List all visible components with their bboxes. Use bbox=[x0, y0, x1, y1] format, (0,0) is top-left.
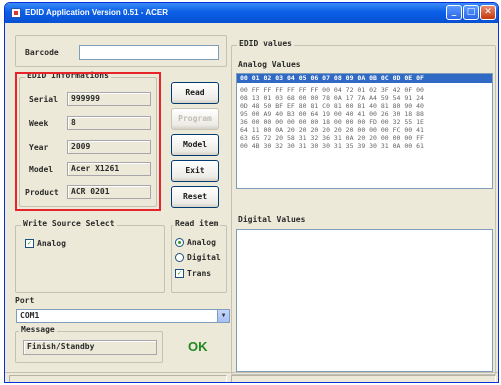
port-label: Port bbox=[15, 296, 35, 305]
write-source-title: Write Source Select bbox=[21, 219, 117, 228]
digital-radio-label: Digital bbox=[187, 253, 221, 262]
trans-checkbox[interactable]: ✓ bbox=[175, 269, 184, 278]
hex-header-row[interactable]: 00 01 02 03 04 05 06 07 08 09 0A 0B 0C 0… bbox=[237, 74, 492, 83]
hex-row[interactable]: 36 00 00 00 00 00 00 18 00 00 00 FD 00 3… bbox=[237, 118, 492, 126]
hex-row[interactable]: 00 4B 30 32 30 31 30 30 31 35 39 30 31 0… bbox=[237, 142, 492, 150]
digital-radio[interactable] bbox=[175, 253, 184, 262]
barcode-label: Barcode bbox=[25, 48, 59, 57]
edid-values-title: EDID values bbox=[237, 39, 294, 48]
digital-values-list[interactable] bbox=[236, 229, 493, 372]
window-title: EDID Application Version 0.51 - ACER bbox=[25, 8, 168, 17]
app-icon bbox=[11, 8, 21, 18]
hex-row[interactable]: 63 65 72 20 58 31 32 36 31 0A 20 20 00 0… bbox=[237, 134, 492, 142]
read-item-title: Read item bbox=[173, 219, 221, 228]
status-bar-panel bbox=[9, 375, 227, 382]
barcode-input[interactable] bbox=[79, 45, 219, 60]
hex-row[interactable]: 0D 48 50 BF EF 80 81 C0 81 00 81 40 81 8… bbox=[237, 102, 492, 110]
title-bar[interactable]: EDID Application Version 0.51 - ACER _ □… bbox=[5, 3, 498, 23]
message-label: Message bbox=[19, 325, 57, 334]
close-button[interactable]: ✕ bbox=[480, 5, 496, 20]
message-field: Finish/Standby bbox=[23, 340, 157, 355]
analog-radio[interactable] bbox=[175, 238, 184, 247]
minimize-button[interactable]: _ bbox=[446, 5, 462, 20]
port-select[interactable]: COM1 ▼ bbox=[16, 309, 230, 323]
model-button[interactable]: Model bbox=[171, 134, 219, 156]
status-text: OK bbox=[188, 339, 208, 354]
status-bar bbox=[5, 372, 498, 382]
maximize-button[interactable]: □ bbox=[463, 5, 479, 20]
hex-row[interactable]: 00 FF FF FF FF FF FF 00 04 72 01 02 3F 4… bbox=[237, 86, 492, 94]
hex-row[interactable]: 64 11 00 0A 20 20 20 20 20 20 00 00 00 F… bbox=[237, 126, 492, 134]
port-select-value: COM1 bbox=[20, 311, 40, 320]
trans-checkbox-label: Trans bbox=[187, 269, 212, 278]
analog-values-title: Analog Values bbox=[238, 60, 301, 69]
app-window: EDID Application Version 0.51 - ACER _ □… bbox=[4, 2, 499, 383]
analog-checkbox-label: Analog bbox=[37, 239, 66, 248]
exit-button[interactable]: Exit bbox=[171, 160, 219, 182]
hex-row[interactable]: 95 00 A9 40 B3 00 64 19 00 40 41 00 26 3… bbox=[237, 110, 492, 118]
write-source-group bbox=[15, 225, 165, 293]
status-bar-panel bbox=[231, 375, 496, 382]
edid-info-highlight bbox=[15, 72, 161, 211]
hex-row[interactable]: 08 13 01 03 68 00 00 78 0A 17 7A A4 59 5… bbox=[237, 94, 492, 102]
reset-button[interactable]: Reset bbox=[171, 186, 219, 208]
chevron-down-icon[interactable]: ▼ bbox=[217, 310, 229, 322]
analog-radio-label: Analog bbox=[187, 238, 216, 247]
read-button[interactable]: Read bbox=[171, 82, 219, 104]
analog-values-list[interactable]: 00 01 02 03 04 05 06 07 08 09 0A 0B 0C 0… bbox=[236, 73, 493, 189]
analog-checkbox[interactable]: ✓ bbox=[25, 239, 34, 248]
digital-values-title: Digital Values bbox=[238, 215, 306, 224]
program-button[interactable]: Program bbox=[171, 108, 219, 130]
